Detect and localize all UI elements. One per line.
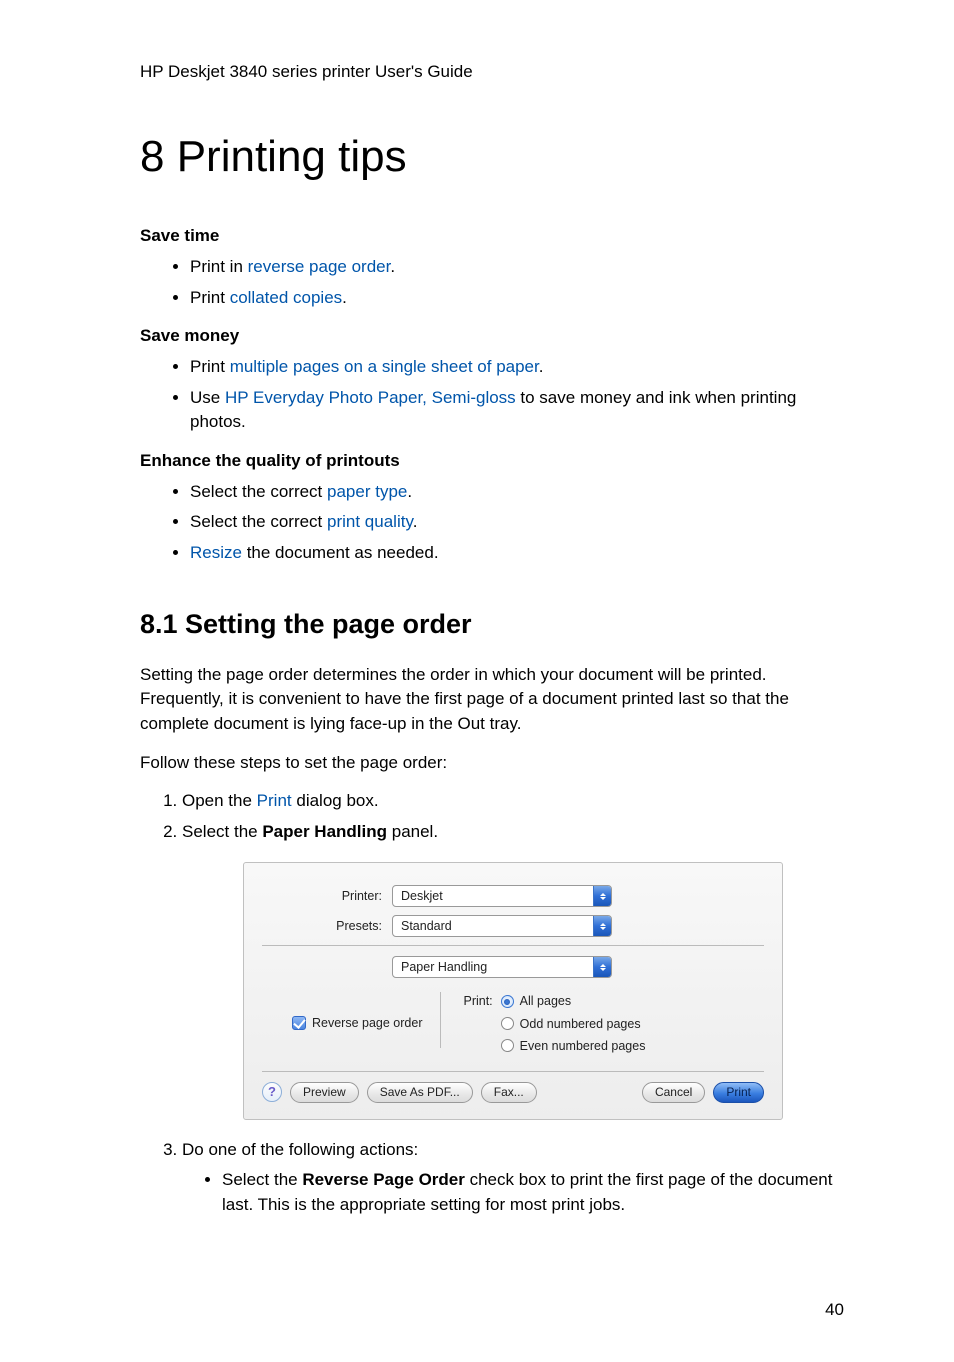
printer-select[interactable]: Deskjet	[392, 885, 612, 907]
print-radio-group: All pages Odd numbered pages Even number…	[501, 992, 646, 1054]
print-label: Print:	[463, 992, 492, 1010]
radio-all-pages[interactable]: All pages	[501, 992, 646, 1010]
text: Select the	[182, 822, 262, 841]
paper-handling-panel: Reverse page order Print: All pages Odd …	[262, 986, 764, 1064]
printer-label: Printer:	[262, 887, 392, 905]
text: .	[539, 357, 544, 376]
reverse-page-order-label: Reverse page order	[312, 1014, 422, 1032]
radio-icon	[501, 995, 514, 1008]
dropdown-arrows-icon	[593, 957, 611, 977]
fax-button[interactable]: Fax...	[481, 1082, 537, 1103]
radio-label: All pages	[520, 992, 571, 1010]
save-money-list: Print multiple pages on a single sheet o…	[140, 355, 844, 435]
text: .	[342, 288, 347, 307]
section-8-1-heading: 8.1 Setting the page order	[140, 605, 844, 644]
radio-icon	[501, 1039, 514, 1052]
dialog-footer: ? Preview Save As PDF... Fax... Cancel P…	[262, 1082, 764, 1103]
text: .	[390, 257, 395, 276]
text: Select the correct	[190, 482, 327, 501]
save-money-heading: Save money	[140, 324, 844, 349]
presets-row: Presets: Standard	[262, 915, 764, 937]
reverse-page-order-checkbox[interactable]	[292, 1016, 306, 1030]
printer-value: Deskjet	[401, 887, 443, 905]
panel-select[interactable]: Paper Handling	[392, 956, 612, 978]
list-item: Print collated copies.	[190, 286, 844, 311]
text: Open the	[182, 791, 257, 810]
print-selection-area: Print: All pages Odd numbered pages E	[441, 992, 645, 1054]
list-item: Print multiple pages on a single sheet o…	[190, 355, 844, 380]
text: Do one of the following actions:	[182, 1140, 418, 1159]
page-order-steps: Open the Print dialog box. Select the Pa…	[140, 789, 844, 1218]
list-item: Select the Reverse Page Order check box …	[222, 1168, 844, 1217]
step-3: Do one of the following actions: Select …	[182, 1138, 844, 1218]
printer-row: Printer: Deskjet	[262, 885, 764, 907]
page-number: 40	[140, 1298, 844, 1323]
cancel-button[interactable]: Cancel	[642, 1082, 705, 1103]
radio-label: Even numbered pages	[520, 1037, 646, 1055]
paper-type-link[interactable]: paper type	[327, 482, 407, 501]
text: Print	[190, 288, 230, 307]
text: panel.	[387, 822, 438, 841]
list-item: Select the correct print quality.	[190, 510, 844, 535]
reverse-page-order-link[interactable]: reverse page order	[248, 257, 391, 276]
page-header: HP Deskjet 3840 series printer User's Gu…	[140, 60, 844, 85]
list-item: Use HP Everyday Photo Paper, Semi-gloss …	[190, 386, 844, 435]
divider	[262, 945, 764, 946]
reverse-page-order-bold: Reverse Page Order	[302, 1170, 465, 1189]
text: Select the	[222, 1170, 302, 1189]
radio-icon	[501, 1017, 514, 1030]
collated-copies-link[interactable]: collated copies	[230, 288, 342, 307]
print-dialog: Printer: Deskjet Presets: Standard Paper…	[243, 862, 783, 1119]
step-1: Open the Print dialog box.	[182, 789, 844, 814]
presets-label: Presets:	[262, 917, 392, 935]
text: the document as needed.	[242, 543, 439, 562]
print-dialog-link[interactable]: Print	[257, 791, 292, 810]
resize-link[interactable]: Resize	[190, 543, 242, 562]
text: Print	[190, 357, 230, 376]
enhance-quality-list: Select the correct paper type. Select th…	[140, 480, 844, 566]
save-time-heading: Save time	[140, 224, 844, 249]
radio-label: Odd numbered pages	[520, 1015, 641, 1033]
dropdown-arrows-icon	[593, 886, 611, 906]
print-button[interactable]: Print	[713, 1082, 764, 1103]
save-as-pdf-button[interactable]: Save As PDF...	[367, 1082, 473, 1103]
list-item: Select the correct paper type.	[190, 480, 844, 505]
multiple-pages-link[interactable]: multiple pages on a single sheet of pape…	[230, 357, 539, 376]
text: Select the correct	[190, 512, 327, 531]
paragraph: Setting the page order determines the or…	[140, 663, 844, 737]
list-item: Resize the document as needed.	[190, 541, 844, 566]
preview-button[interactable]: Preview	[290, 1082, 359, 1103]
presets-select[interactable]: Standard	[392, 915, 612, 937]
panel-value: Paper Handling	[401, 958, 487, 976]
chapter-title: 8 Printing tips	[140, 125, 844, 189]
print-quality-link[interactable]: print quality	[327, 512, 413, 531]
enhance-quality-heading: Enhance the quality of printouts	[140, 449, 844, 474]
radio-odd-pages[interactable]: Odd numbered pages	[501, 1015, 646, 1033]
help-icon[interactable]: ?	[262, 1082, 282, 1102]
presets-value: Standard	[401, 917, 452, 935]
panel-row: Paper Handling	[262, 956, 764, 978]
divider	[262, 1071, 764, 1072]
text: Print in	[190, 257, 248, 276]
save-time-list: Print in reverse page order. Print colla…	[140, 255, 844, 310]
paragraph: Follow these steps to set the page order…	[140, 751, 844, 776]
text: .	[407, 482, 412, 501]
text: Use	[190, 388, 225, 407]
list-item: Print in reverse page order.	[190, 255, 844, 280]
step-3-sublist: Select the Reverse Page Order check box …	[182, 1168, 844, 1217]
text: .	[413, 512, 418, 531]
text: dialog box.	[292, 791, 379, 810]
paper-handling-label: Paper Handling	[262, 822, 387, 841]
everyday-photo-paper-link[interactable]: HP Everyday Photo Paper, Semi-gloss	[225, 388, 516, 407]
dropdown-arrows-icon	[593, 916, 611, 936]
radio-even-pages[interactable]: Even numbered pages	[501, 1037, 646, 1055]
reverse-order-area: Reverse page order	[292, 992, 441, 1048]
step-2: Select the Paper Handling panel. Printer…	[182, 820, 844, 1120]
